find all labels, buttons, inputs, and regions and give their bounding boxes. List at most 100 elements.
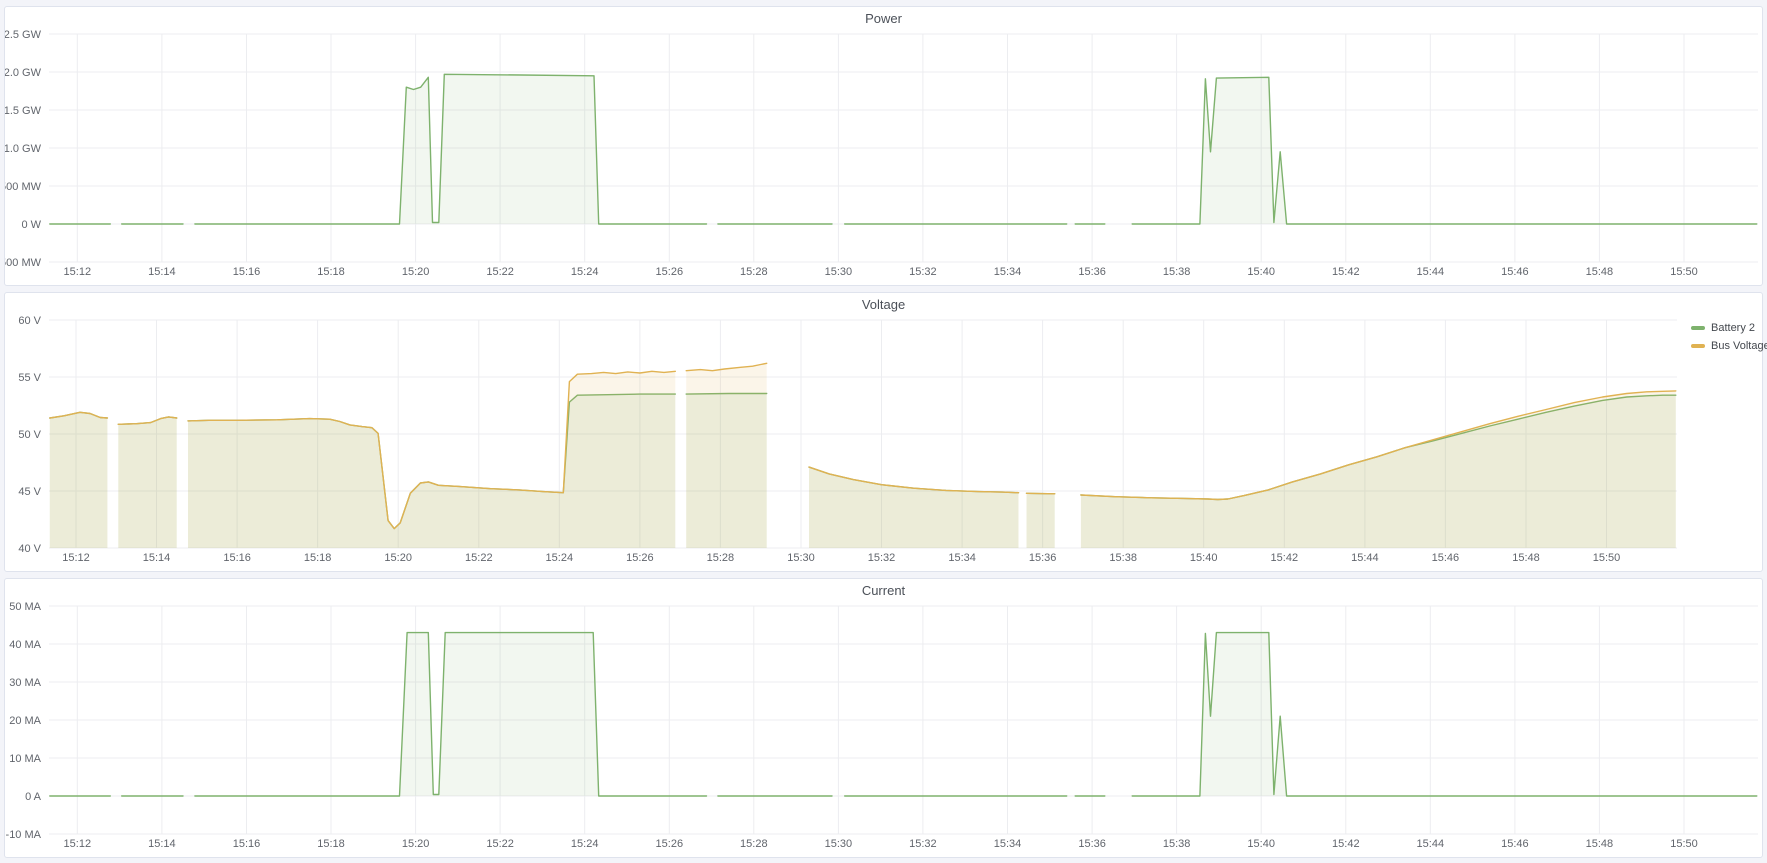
svg-text:0 W: 0 W: [21, 219, 41, 231]
svg-text:15:12: 15:12: [64, 838, 92, 850]
svg-text:15:48: 15:48: [1512, 552, 1540, 564]
svg-text:15:20: 15:20: [402, 266, 430, 278]
svg-text:40 MA: 40 MA: [9, 639, 41, 651]
axis-tick-labels: 2.5 GW2.0 GW1.5 GW1.0 GW500 MW0 W-500 MW…: [5, 29, 1698, 278]
svg-text:1.0 GW: 1.0 GW: [5, 143, 42, 155]
svg-text:15:42: 15:42: [1271, 552, 1299, 564]
svg-text:15:12: 15:12: [62, 552, 90, 564]
svg-text:15:26: 15:26: [656, 838, 684, 850]
svg-text:15:18: 15:18: [317, 838, 345, 850]
legend-label-battery-2: Battery 2: [1711, 322, 1755, 334]
svg-text:20 MA: 20 MA: [9, 715, 41, 727]
svg-text:15:34: 15:34: [948, 552, 976, 564]
svg-text:55 V: 55 V: [18, 372, 41, 384]
legend-label-bus-voltage: Bus Voltage: [1711, 340, 1767, 352]
svg-text:1.5 GW: 1.5 GW: [5, 105, 42, 117]
svg-text:30 MA: 30 MA: [9, 677, 41, 689]
svg-text:40 V: 40 V: [18, 543, 41, 555]
voltage-legend: Battery 2 Bus Voltage: [1691, 322, 1767, 352]
svg-text:15:34: 15:34: [994, 266, 1022, 278]
svg-text:15:46: 15:46: [1501, 838, 1529, 850]
svg-text:15:44: 15:44: [1417, 266, 1445, 278]
panel-voltage-header[interactable]: Voltage: [5, 293, 1762, 317]
svg-text:15:50: 15:50: [1670, 266, 1698, 278]
svg-text:15:36: 15:36: [1078, 838, 1106, 850]
legend-item-battery-2[interactable]: Battery 2: [1691, 322, 1767, 334]
panel-current-title: Current: [862, 579, 905, 603]
svg-text:15:50: 15:50: [1593, 552, 1621, 564]
svg-text:15:46: 15:46: [1432, 552, 1460, 564]
svg-text:15:50: 15:50: [1670, 838, 1698, 850]
voltage-chart[interactable]: 60 V55 V50 V45 V40 V15:1215:1415:1615:18…: [5, 293, 1762, 571]
svg-text:15:38: 15:38: [1163, 838, 1191, 850]
svg-text:15:40: 15:40: [1190, 552, 1218, 564]
svg-text:15:36: 15:36: [1029, 552, 1057, 564]
svg-text:15:18: 15:18: [317, 266, 345, 278]
svg-text:15:42: 15:42: [1332, 838, 1360, 850]
panel-power: 2.5 GW2.0 GW1.5 GW1.0 GW500 MW0 W-500 MW…: [4, 6, 1763, 286]
svg-text:-500 MW: -500 MW: [5, 257, 42, 269]
svg-text:15:16: 15:16: [233, 266, 261, 278]
series-current: [50, 633, 1757, 796]
svg-text:15:14: 15:14: [148, 838, 176, 850]
svg-text:15:28: 15:28: [740, 838, 768, 850]
panel-voltage: 60 V55 V50 V45 V40 V15:1215:1415:1615:18…: [4, 292, 1763, 572]
power-chart[interactable]: 2.5 GW2.0 GW1.5 GW1.0 GW500 MW0 W-500 MW…: [5, 7, 1762, 285]
svg-text:15:28: 15:28: [740, 266, 768, 278]
panel-voltage-title: Voltage: [862, 293, 905, 317]
series-power: [50, 74, 1757, 224]
svg-text:15:12: 15:12: [64, 266, 92, 278]
svg-text:15:26: 15:26: [626, 552, 654, 564]
dashboard-page: { "colors": { "page_bg": "#F3F4F9", "pan…: [0, 0, 1767, 863]
svg-text:15:24: 15:24: [571, 266, 599, 278]
svg-text:15:38: 15:38: [1109, 552, 1137, 564]
svg-text:15:34: 15:34: [994, 838, 1022, 850]
svg-text:45 V: 45 V: [18, 486, 41, 498]
svg-text:15:24: 15:24: [571, 838, 599, 850]
svg-text:0 A: 0 A: [25, 791, 42, 803]
svg-text:15:30: 15:30: [825, 838, 853, 850]
svg-text:15:46: 15:46: [1501, 266, 1529, 278]
panel-current-header[interactable]: Current: [5, 579, 1762, 603]
svg-text:15:30: 15:30: [825, 266, 853, 278]
svg-text:15:32: 15:32: [909, 266, 937, 278]
svg-text:15:40: 15:40: [1247, 838, 1275, 850]
panel-power-header[interactable]: Power: [5, 7, 1762, 31]
svg-text:15:24: 15:24: [546, 552, 574, 564]
svg-text:15:22: 15:22: [486, 266, 514, 278]
svg-text:15:40: 15:40: [1247, 266, 1275, 278]
panel-power-title: Power: [865, 7, 902, 31]
svg-text:10 MA: 10 MA: [9, 753, 41, 765]
svg-text:15:42: 15:42: [1332, 266, 1360, 278]
svg-text:15:28: 15:28: [707, 552, 735, 564]
svg-text:500 MW: 500 MW: [5, 181, 42, 193]
svg-text:15:18: 15:18: [304, 552, 332, 564]
svg-text:15:22: 15:22: [486, 838, 514, 850]
bus-voltage-color-swatch-icon: [1691, 344, 1705, 348]
svg-text:15:14: 15:14: [143, 552, 171, 564]
svg-text:15:48: 15:48: [1586, 266, 1614, 278]
grid-lines: [49, 34, 1758, 262]
svg-text:50 V: 50 V: [18, 429, 41, 441]
svg-text:15:32: 15:32: [909, 838, 937, 850]
svg-text:15:20: 15:20: [384, 552, 412, 564]
grid-lines: [49, 606, 1758, 834]
svg-text:15:44: 15:44: [1351, 552, 1379, 564]
svg-text:15:26: 15:26: [656, 266, 684, 278]
svg-text:2.0 GW: 2.0 GW: [5, 67, 42, 79]
svg-text:15:22: 15:22: [465, 552, 493, 564]
svg-text:15:20: 15:20: [402, 838, 430, 850]
legend-item-bus-voltage[interactable]: Bus Voltage: [1691, 340, 1767, 352]
svg-text:15:16: 15:16: [233, 838, 261, 850]
svg-text:15:30: 15:30: [787, 552, 815, 564]
svg-text:15:44: 15:44: [1417, 838, 1445, 850]
panel-current: 50 MA40 MA30 MA20 MA10 MA0 A-10 MA15:121…: [4, 578, 1763, 858]
svg-text:-10 MA: -10 MA: [6, 829, 42, 841]
svg-text:15:48: 15:48: [1586, 838, 1614, 850]
current-chart[interactable]: 50 MA40 MA30 MA20 MA10 MA0 A-10 MA15:121…: [5, 579, 1762, 857]
svg-text:15:14: 15:14: [148, 266, 176, 278]
svg-text:15:16: 15:16: [223, 552, 251, 564]
battery-2-color-swatch-icon: [1691, 326, 1705, 330]
axis-tick-labels: 50 MA40 MA30 MA20 MA10 MA0 A-10 MA15:121…: [6, 601, 1698, 850]
series-bus-voltage: [50, 363, 1676, 548]
